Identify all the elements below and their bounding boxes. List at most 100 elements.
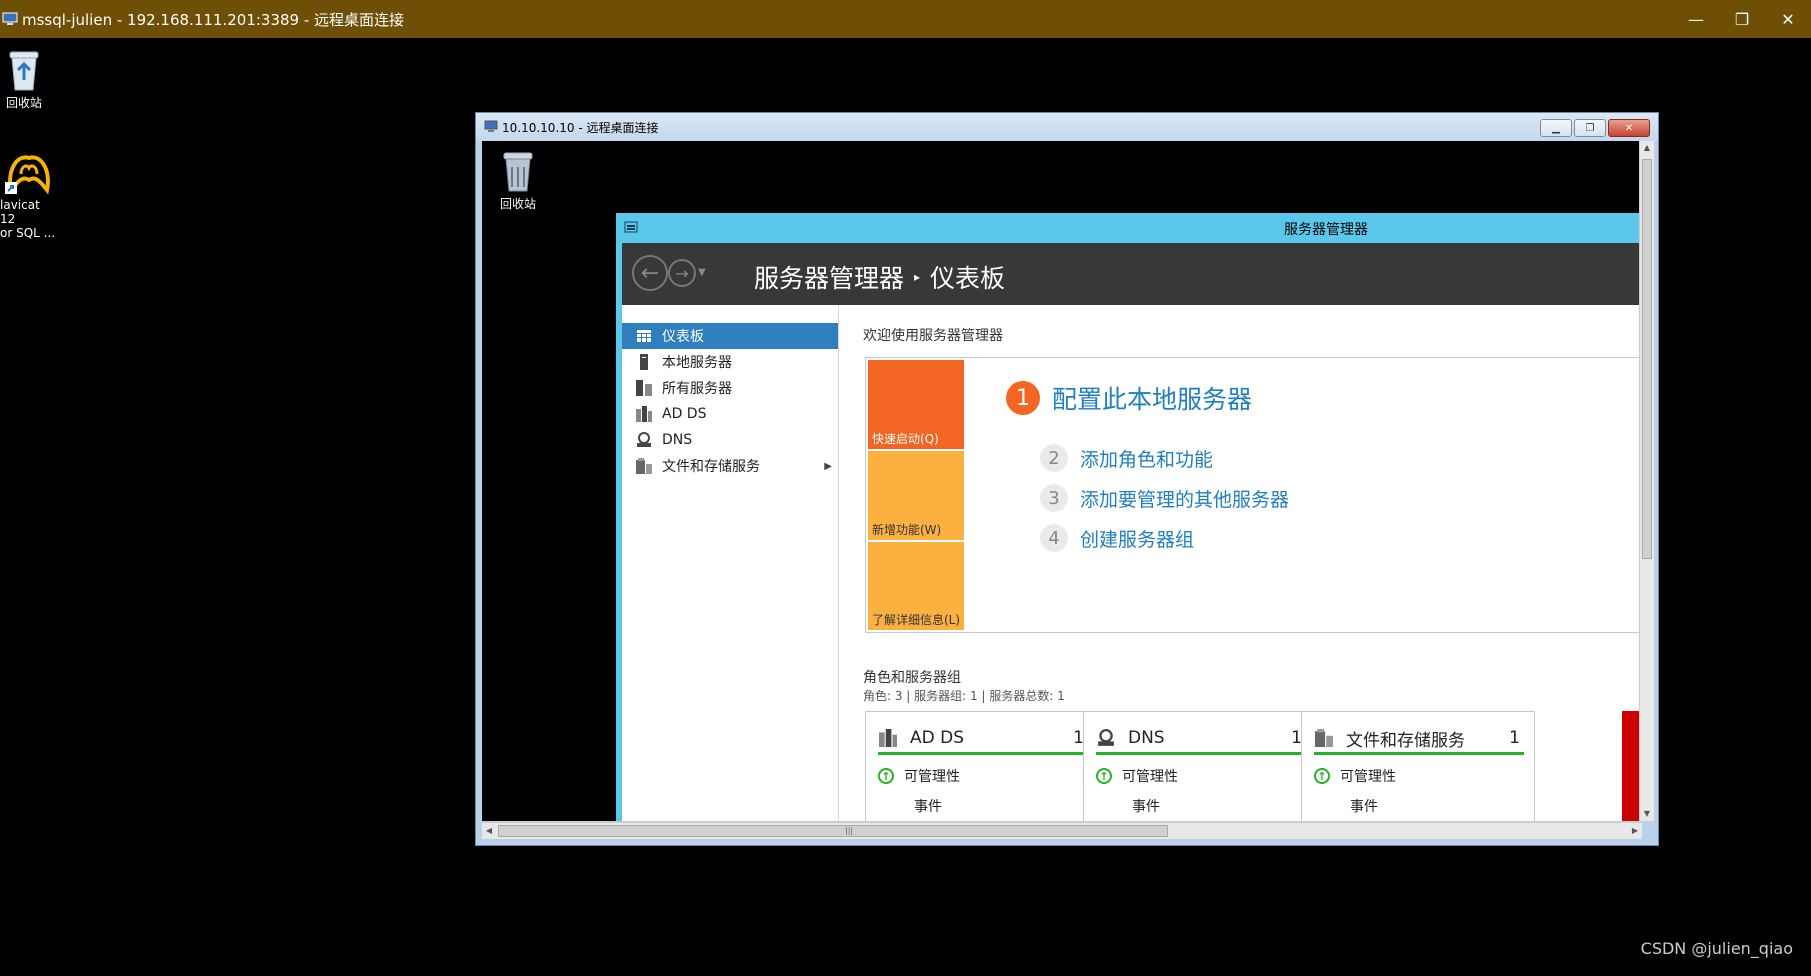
tile-whats-new[interactable]: 新增功能(W) [868,451,964,540]
tile-label: 了解详细信息(L) [872,613,961,627]
step-number: 3 [1040,484,1068,512]
sidebar-label: 文件和存储服务 [662,459,760,475]
remote-desktop-icon [2,12,18,25]
step-number: 2 [1040,444,1068,472]
quick-start-panel: 快速启动(Q) 新增功能(W) 了解详细信息(L) 1 配置此本地服务器 2 添… [865,357,1642,633]
server-manager-titlebar[interactable]: 服务器管理器 [616,213,1642,243]
adds-icon [636,406,652,422]
sidebar-item-all-servers[interactable]: 所有服务器 [622,375,838,401]
inner-recycle-label: 回收站 [499,197,536,211]
step-add-servers[interactable]: 3 添加要管理的其他服务器 [1040,484,1289,512]
file-storage-icon [1314,728,1334,748]
tile-label: 快速启动(Q) [872,432,939,446]
welcome-heading: 欢迎使用服务器管理器 [863,328,1003,344]
status-up-icon: ↑ [1096,768,1112,784]
sidebar-item-local-server[interactable]: 本地服务器 [622,349,838,375]
step-link[interactable]: 配置此本地服务器 [1052,380,1252,416]
inner-rdp-window[interactable]: 10.10.10.10 - 远程桌面连接 ▁ ❐ ✕ 回收站 服务器管理器 ← … [475,112,1659,846]
recycle-bin-icon [503,152,533,192]
sidebar-item-dashboard[interactable]: 仪表板 [622,323,838,349]
role-card-adds[interactable]: AD DS 1 ↑ 可管理性 事件 [865,711,1099,821]
outer-titlebar[interactable]: mssql-julien - 192.168.111.201:3389 - 远程… [0,0,1811,38]
server-icon [636,354,652,370]
tile-learn-more[interactable]: 了解详细信息(L) [868,542,964,630]
vertical-scroll-thumb[interactable] [1642,159,1652,559]
breadcrumb-root[interactable]: 服务器管理器 [754,259,904,295]
grip-icon: ||| [845,826,854,835]
dns-icon [636,432,652,448]
step-link[interactable]: 创建服务器组 [1080,525,1194,552]
step-add-roles[interactable]: 2 添加角色和功能 [1040,444,1213,472]
desktop-recycle-bin[interactable]: 回收站 [2,46,46,111]
restore-button[interactable]: ❐ [1719,0,1765,38]
sidebar-item-adds[interactable]: AD DS [622,401,838,427]
card-title: DNS [1128,728,1165,748]
file-storage-icon [636,458,652,474]
watermark: CSDN @julien_qiao [1640,939,1793,958]
inner-restore-button[interactable]: ❐ [1574,119,1606,137]
status-up-icon: ↑ [1314,768,1330,784]
server-manager-window[interactable]: 服务器管理器 ← → ▼ 服务器管理器 ▸ 仪表板 仪表板 本地服务器 所有服务… [616,213,1642,821]
sidebar-label: AD DS [662,406,707,422]
tile-label: 新增功能(W) [872,523,942,537]
roles-heading: 角色和服务器组 [863,670,961,686]
desktop-navicat-label-2: or SQL ... [0,226,56,240]
horizontal-scroll-thumb[interactable]: ||| [498,825,1168,837]
sidebar-label: 仪表板 [662,329,704,345]
forward-button[interactable]: → [668,259,696,287]
roles-summary: 角色: 3 | 服务器组: 1 | 服务器总数: 1 [863,689,1065,703]
sidebar: 仪表板 本地服务器 所有服务器 AD DS DNS 文件和存储服务 ▶ [622,305,839,821]
inner-titlebar[interactable]: 10.10.10.10 - 远程桌面连接 ▁ ❐ ✕ [476,113,1658,141]
desktop-recycle-label: 回收站 [5,96,42,110]
minimize-button[interactable]: — [1673,0,1719,38]
breadcrumb-separator: ▸ [914,270,921,284]
step-create-group[interactable]: 4 创建服务器组 [1040,524,1194,552]
role-card-file-storage[interactable]: 文件和存储服务 1 ↑ 可管理性 事件 [1301,711,1535,821]
inner-minimize-button[interactable]: ▁ [1540,119,1572,137]
tile-quick-start[interactable]: 快速启动(Q) [868,360,964,449]
history-dropdown-icon[interactable]: ▼ [698,267,706,278]
step-link[interactable]: 添加角色和功能 [1080,445,1213,472]
desktop-navicat[interactable]: lavicat 12 or SQL ... [0,150,58,240]
sidebar-item-file-storage[interactable]: 文件和存储服务 ▶ [622,453,838,479]
scroll-left-icon[interactable]: ◀ [482,823,496,839]
inner-desktop-recycle-bin[interactable]: 回收站 [492,147,544,212]
step-link[interactable]: 添加要管理的其他服务器 [1080,485,1289,512]
outer-window-title: mssql-julien - 192.168.111.201:3389 - 远程… [22,10,405,29]
events-label[interactable]: 事件 [914,796,942,816]
events-label[interactable]: 事件 [1132,796,1160,816]
role-card-dns[interactable]: DNS 1 ↑ 可管理性 事件 [1083,711,1317,821]
inner-close-button[interactable]: ✕ [1608,119,1650,137]
vertical-scrollbar[interactable]: ▲ ▼ [1639,141,1654,821]
scroll-right-icon[interactable]: ▶ [1628,823,1642,839]
dashboard-icon [636,328,652,344]
back-button[interactable]: ← [632,255,668,291]
close-button[interactable]: ✕ [1765,0,1811,38]
sidebar-label: 所有服务器 [662,381,732,397]
status-up-icon: ↑ [878,768,894,784]
recycle-bin-icon [9,51,39,91]
server-manager-icon [624,221,638,233]
breadcrumb: 服务器管理器 ▸ 仪表板 [754,259,1005,295]
card-title: AD DS [910,728,965,748]
manageability-label: 可管理性 [1340,769,1396,785]
card-title: 文件和存储服务 [1346,730,1465,751]
step-number: 4 [1040,524,1068,552]
manageability-row[interactable]: ↑ 可管理性 [1096,766,1178,786]
breadcrumb-current: 仪表板 [930,264,1006,293]
submenu-arrow-icon[interactable]: ▶ [824,461,832,472]
inner-window-title: 10.10.10.10 - 远程桌面连接 [502,120,659,135]
server-manager-header: ← → ▼ 服务器管理器 ▸ 仪表板 [622,243,1642,305]
horizontal-scrollbar[interactable]: ◀ ||| ▶ [482,822,1642,839]
scroll-up-icon[interactable]: ▲ [1640,141,1654,155]
navicat-icon [5,155,50,195]
step-configure-local-server[interactable]: 1 配置此本地服务器 [1006,380,1252,416]
manageability-row[interactable]: ↑ 可管理性 [1314,766,1396,786]
remote-screen[interactable]: 回收站 服务器管理器 ← → ▼ 服务器管理器 ▸ 仪表板 仪表板 本地服务器 … [482,141,1642,821]
desktop-navicat-label-1: lavicat 12 [0,198,40,226]
sidebar-item-dns[interactable]: DNS [622,427,838,453]
events-label[interactable]: 事件 [1350,796,1378,816]
server-manager-body: 仪表板 本地服务器 所有服务器 AD DS DNS 文件和存储服务 ▶ 欢迎使用… [622,305,1642,821]
scroll-down-icon[interactable]: ▼ [1640,807,1654,821]
manageability-row[interactable]: ↑ 可管理性 [878,766,960,786]
